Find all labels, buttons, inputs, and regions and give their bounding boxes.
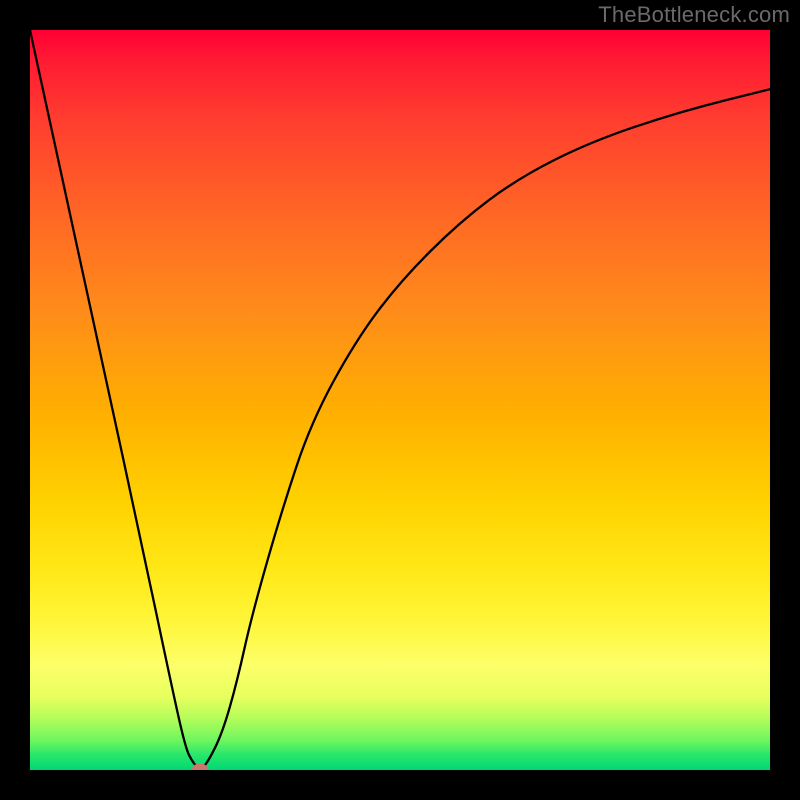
watermark-text: TheBottleneck.com <box>598 2 790 28</box>
curve-svg <box>30 30 770 770</box>
plot-area <box>30 30 770 770</box>
chart-frame: TheBottleneck.com <box>0 0 800 800</box>
minimum-marker <box>192 764 209 771</box>
bottleneck-curve <box>30 30 770 768</box>
